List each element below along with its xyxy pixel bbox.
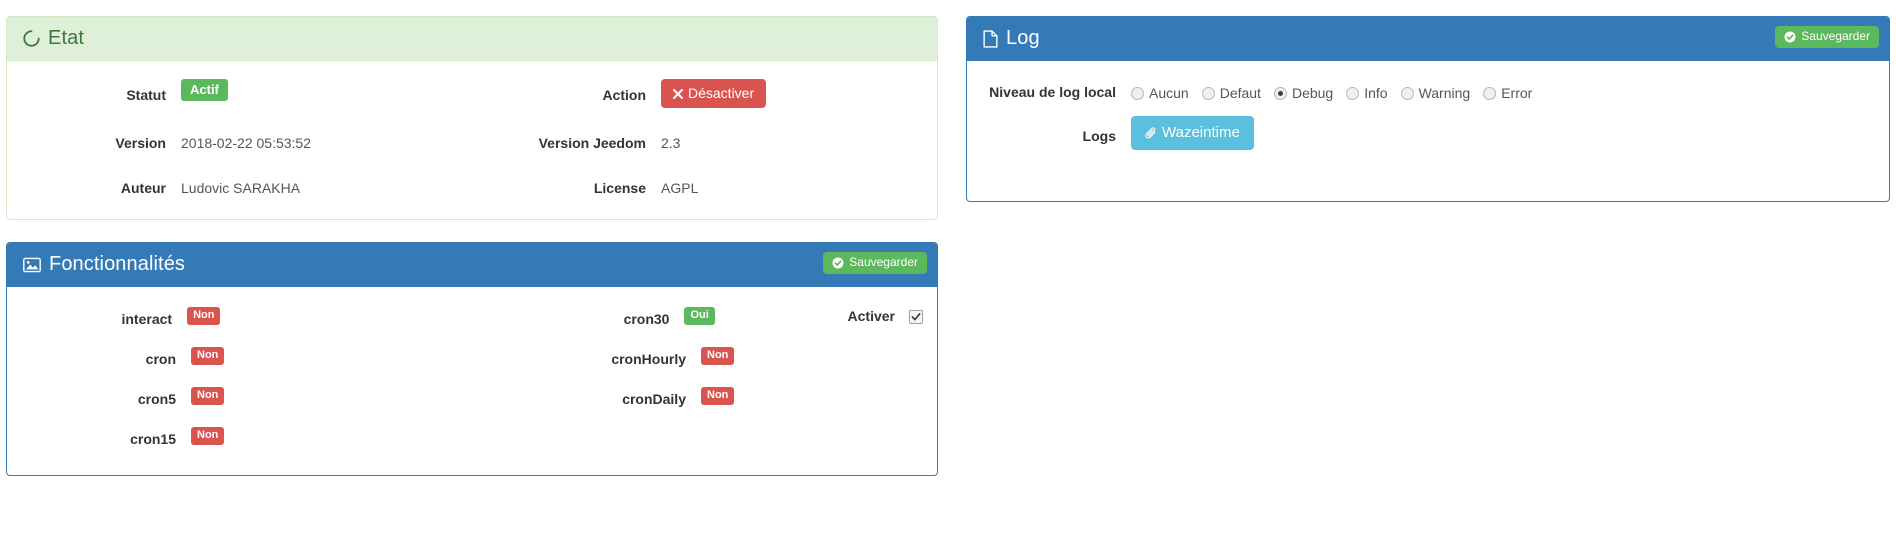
log-level-option-aucun-label: Aucun [1149, 85, 1189, 101]
action-label: Action [602, 87, 646, 103]
logs-value-cell: Wazeintime [1131, 115, 1254, 151]
etat-panel: Etat Statut Actif Action Désactiver Vers… [6, 16, 938, 220]
log-level-option-error[interactable]: Error [1483, 85, 1532, 101]
etat-row-auteur: Auteur Ludovic SARAKHA License AGPL [21, 172, 923, 198]
log-level-option-info-label: Info [1364, 85, 1388, 101]
fonctionnalites-sauvegarder-label: Sauvegarder [849, 255, 918, 269]
logs-label: Logs [1082, 127, 1116, 144]
version-value: 2018-02-22 05:53:52 [181, 135, 311, 152]
interact-badge: Non [187, 307, 221, 325]
activer-checkbox[interactable] [909, 310, 923, 324]
etat-panel-header: Etat [7, 17, 937, 61]
crondaily-badge: Non [701, 387, 735, 405]
auteur-value: Ludovic SARAKHA [181, 180, 301, 197]
cron15-badge: Non [191, 427, 225, 445]
action-value-cell: Désactiver [661, 79, 861, 109]
fonctionnalites-row: cron Non cronHourly Non [21, 343, 923, 367]
times-icon [673, 88, 683, 99]
etat-panel-title-wrap: Etat [23, 27, 84, 50]
log-level-option-warning-label: Warning [1418, 85, 1471, 101]
cronhourly-badge: Non [701, 347, 735, 365]
log-panel-title: Log [1006, 27, 1040, 49]
fonctionnalites-panel-title: Fonctionnalités [49, 253, 186, 275]
cronhourly-value-cell: Non [701, 343, 821, 365]
log-sauvegarder-label: Sauvegarder [1801, 29, 1870, 43]
statut-badge: Actif [181, 79, 228, 101]
log-level-option-defaut[interactable]: Defaut [1201, 85, 1261, 101]
etat-panel-body: Statut Actif Action Désactiver Version 2… [7, 61, 937, 231]
circle-notch-icon [23, 30, 40, 47]
check-circle-icon [1784, 31, 1796, 43]
log-level-option-defaut-label: Defaut [1219, 85, 1261, 101]
statut-label: Statut [126, 87, 166, 103]
picture-icon [23, 257, 41, 273]
log-panel-title-wrap: Log [983, 27, 1040, 50]
wazeintime-log-button[interactable]: Wazeintime [1131, 115, 1254, 151]
cron15-value-cell: Non [191, 423, 481, 445]
radio-aucun-icon[interactable] [1131, 86, 1144, 100]
log-level-label: Niveau de log local [989, 84, 1116, 100]
log-panel-body: Niveau de log local Aucun Defaut Debug I… [967, 61, 1889, 164]
paperclip-icon [1145, 127, 1157, 139]
auteur-label: Auteur [120, 180, 166, 197]
log-level-option-debug[interactable]: Debug [1273, 85, 1334, 101]
crondaily-label: cronDaily [622, 391, 686, 407]
cron-label: cron [145, 351, 176, 367]
crondaily-value-cell: Non [701, 383, 821, 405]
log-panel: Log Sauvegarder Niveau de log local Aucu… [966, 16, 1890, 202]
log-level-option-warning[interactable]: Warning [1400, 85, 1471, 101]
radio-info-icon[interactable] [1346, 86, 1360, 100]
radio-error-icon[interactable] [1483, 86, 1497, 100]
desactiver-button-label: Désactiver [688, 85, 755, 101]
log-sauvegarder-button[interactable]: Sauvegarder [1775, 26, 1879, 49]
fonctionnalites-row: cron5 Non cronDaily Non [21, 383, 923, 407]
file-icon [983, 29, 998, 48]
cron30-label: cron30 [623, 311, 670, 327]
log-panel-header: Log Sauvegarder [967, 17, 1889, 61]
radio-defaut-icon[interactable] [1201, 86, 1215, 100]
etat-row-statut: Statut Actif Action Désactiver [21, 79, 923, 109]
log-level-option-aucun[interactable]: Aucun [1131, 85, 1189, 101]
fonctionnalites-row: cron15 Non [21, 423, 923, 447]
cron-badge: Non [191, 347, 225, 365]
cron5-label: cron5 [137, 391, 176, 407]
logs-row: Logs Wazeintime [981, 115, 1875, 151]
license-value: AGPL [661, 180, 699, 197]
cron5-value-cell: Non [191, 383, 481, 405]
log-level-row: Niveau de log local Aucun Defaut Debug I… [981, 79, 1875, 102]
license-label: License [593, 180, 646, 197]
interact-value-cell: Non [187, 303, 470, 325]
activer-value-cell [909, 303, 923, 327]
desactiver-button[interactable]: Désactiver [661, 79, 767, 109]
cron-value-cell: Non [191, 343, 481, 365]
fonctionnalites-panel-title-wrap: Fonctionnalités [23, 253, 185, 276]
cron30-badge: Oui [684, 307, 715, 325]
log-level-option-debug-label: Debug [1291, 85, 1334, 101]
cron5-badge: Non [191, 387, 225, 405]
radio-warning-icon[interactable] [1400, 86, 1414, 100]
radio-debug-icon[interactable] [1273, 86, 1287, 100]
cron30-value-cell: Oui [684, 303, 801, 325]
fonctionnalites-row: interact Non cron30 Oui Activer [21, 303, 923, 327]
fonctionnalites-panel-header: Fonctionnalités Sauvegarder [7, 243, 937, 287]
log-level-radio-group: Aucun Defaut Debug Info Warning Error [1131, 79, 1545, 101]
version-label: Version [115, 135, 166, 152]
etat-row-version: Version 2018-02-22 05:53:52 Version Jeed… [21, 127, 923, 153]
etat-panel-title: Etat [48, 27, 84, 49]
fonctionnalites-sauvegarder-button[interactable]: Sauvegarder [823, 252, 927, 275]
version-jeedom-value: 2.3 [661, 135, 681, 152]
wazeintime-log-button-label: Wazeintime [1162, 123, 1240, 141]
log-level-option-error-label: Error [1501, 85, 1533, 101]
interact-label: interact [121, 311, 173, 327]
fonctionnalites-panel-body: interact Non cron30 Oui Activer cron Non… [7, 287, 937, 473]
check-circle-icon [832, 257, 844, 269]
fonctionnalites-panel: Fonctionnalités Sauvegarder interact Non [6, 242, 938, 476]
cron15-label: cron15 [130, 431, 176, 447]
log-level-option-info[interactable]: Info [1346, 85, 1388, 101]
app-root: Etat Statut Actif Action Désactiver Vers… [0, 0, 1896, 537]
version-jeedom-label: Version Jeedom [538, 135, 646, 152]
statut-value-cell: Actif [181, 79, 481, 101]
activer-label: Activer [847, 308, 895, 324]
cronhourly-label: cronHourly [611, 351, 686, 367]
